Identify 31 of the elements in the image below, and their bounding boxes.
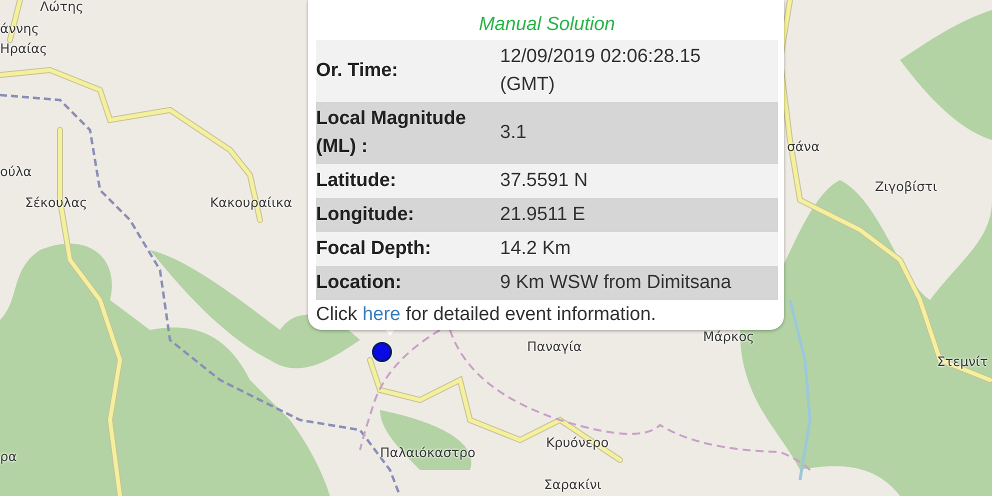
place-label: Στεμνίτ xyxy=(937,355,988,371)
field-value: 21.9511 E xyxy=(500,203,586,227)
field-label: Latitude: xyxy=(316,169,398,193)
place-label: Σέκουλας xyxy=(25,196,88,212)
field-value: 37.5591 N xyxy=(500,169,589,193)
field-label: Focal Depth: xyxy=(316,237,432,261)
field-label: Or. Time: xyxy=(316,59,400,83)
popup-title: Manual Solution xyxy=(478,14,616,36)
field-value: 14.2 Km xyxy=(500,237,572,261)
details-sentence: Click here for detailed event information. xyxy=(316,303,658,327)
place-label: ούλα xyxy=(0,165,32,181)
place-label: Σαρακίνι xyxy=(544,478,602,494)
place-label: Παλαιόκαστρο xyxy=(380,446,476,462)
place-label: σάνα xyxy=(787,140,820,156)
place-label: Κρυόνερο xyxy=(546,436,609,452)
place-label: άννης xyxy=(0,22,39,38)
place-label: Λώτης xyxy=(40,0,84,16)
field-label: Longitude: xyxy=(316,203,416,227)
field-value: 3.1 xyxy=(500,121,528,145)
place-label: Κακουραίικα xyxy=(210,196,292,212)
place-label: Παναγία xyxy=(527,340,582,356)
event-marker[interactable] xyxy=(372,342,392,362)
field-value: 12/09/2019 02:06:28.15 (GMT) xyxy=(500,45,702,97)
details-link[interactable]: here xyxy=(362,304,400,325)
field-value: 9 Km WSW from Dimitsana xyxy=(500,271,732,295)
place-label: ρα xyxy=(0,450,17,466)
field-label: Local Magnitude (ML) : xyxy=(316,107,467,159)
field-label: Location: xyxy=(316,271,402,295)
place-label: Μάρκος xyxy=(703,330,754,346)
place-label: Ηραίας xyxy=(0,42,48,58)
place-label: Ζιγοβίστι xyxy=(875,180,938,196)
